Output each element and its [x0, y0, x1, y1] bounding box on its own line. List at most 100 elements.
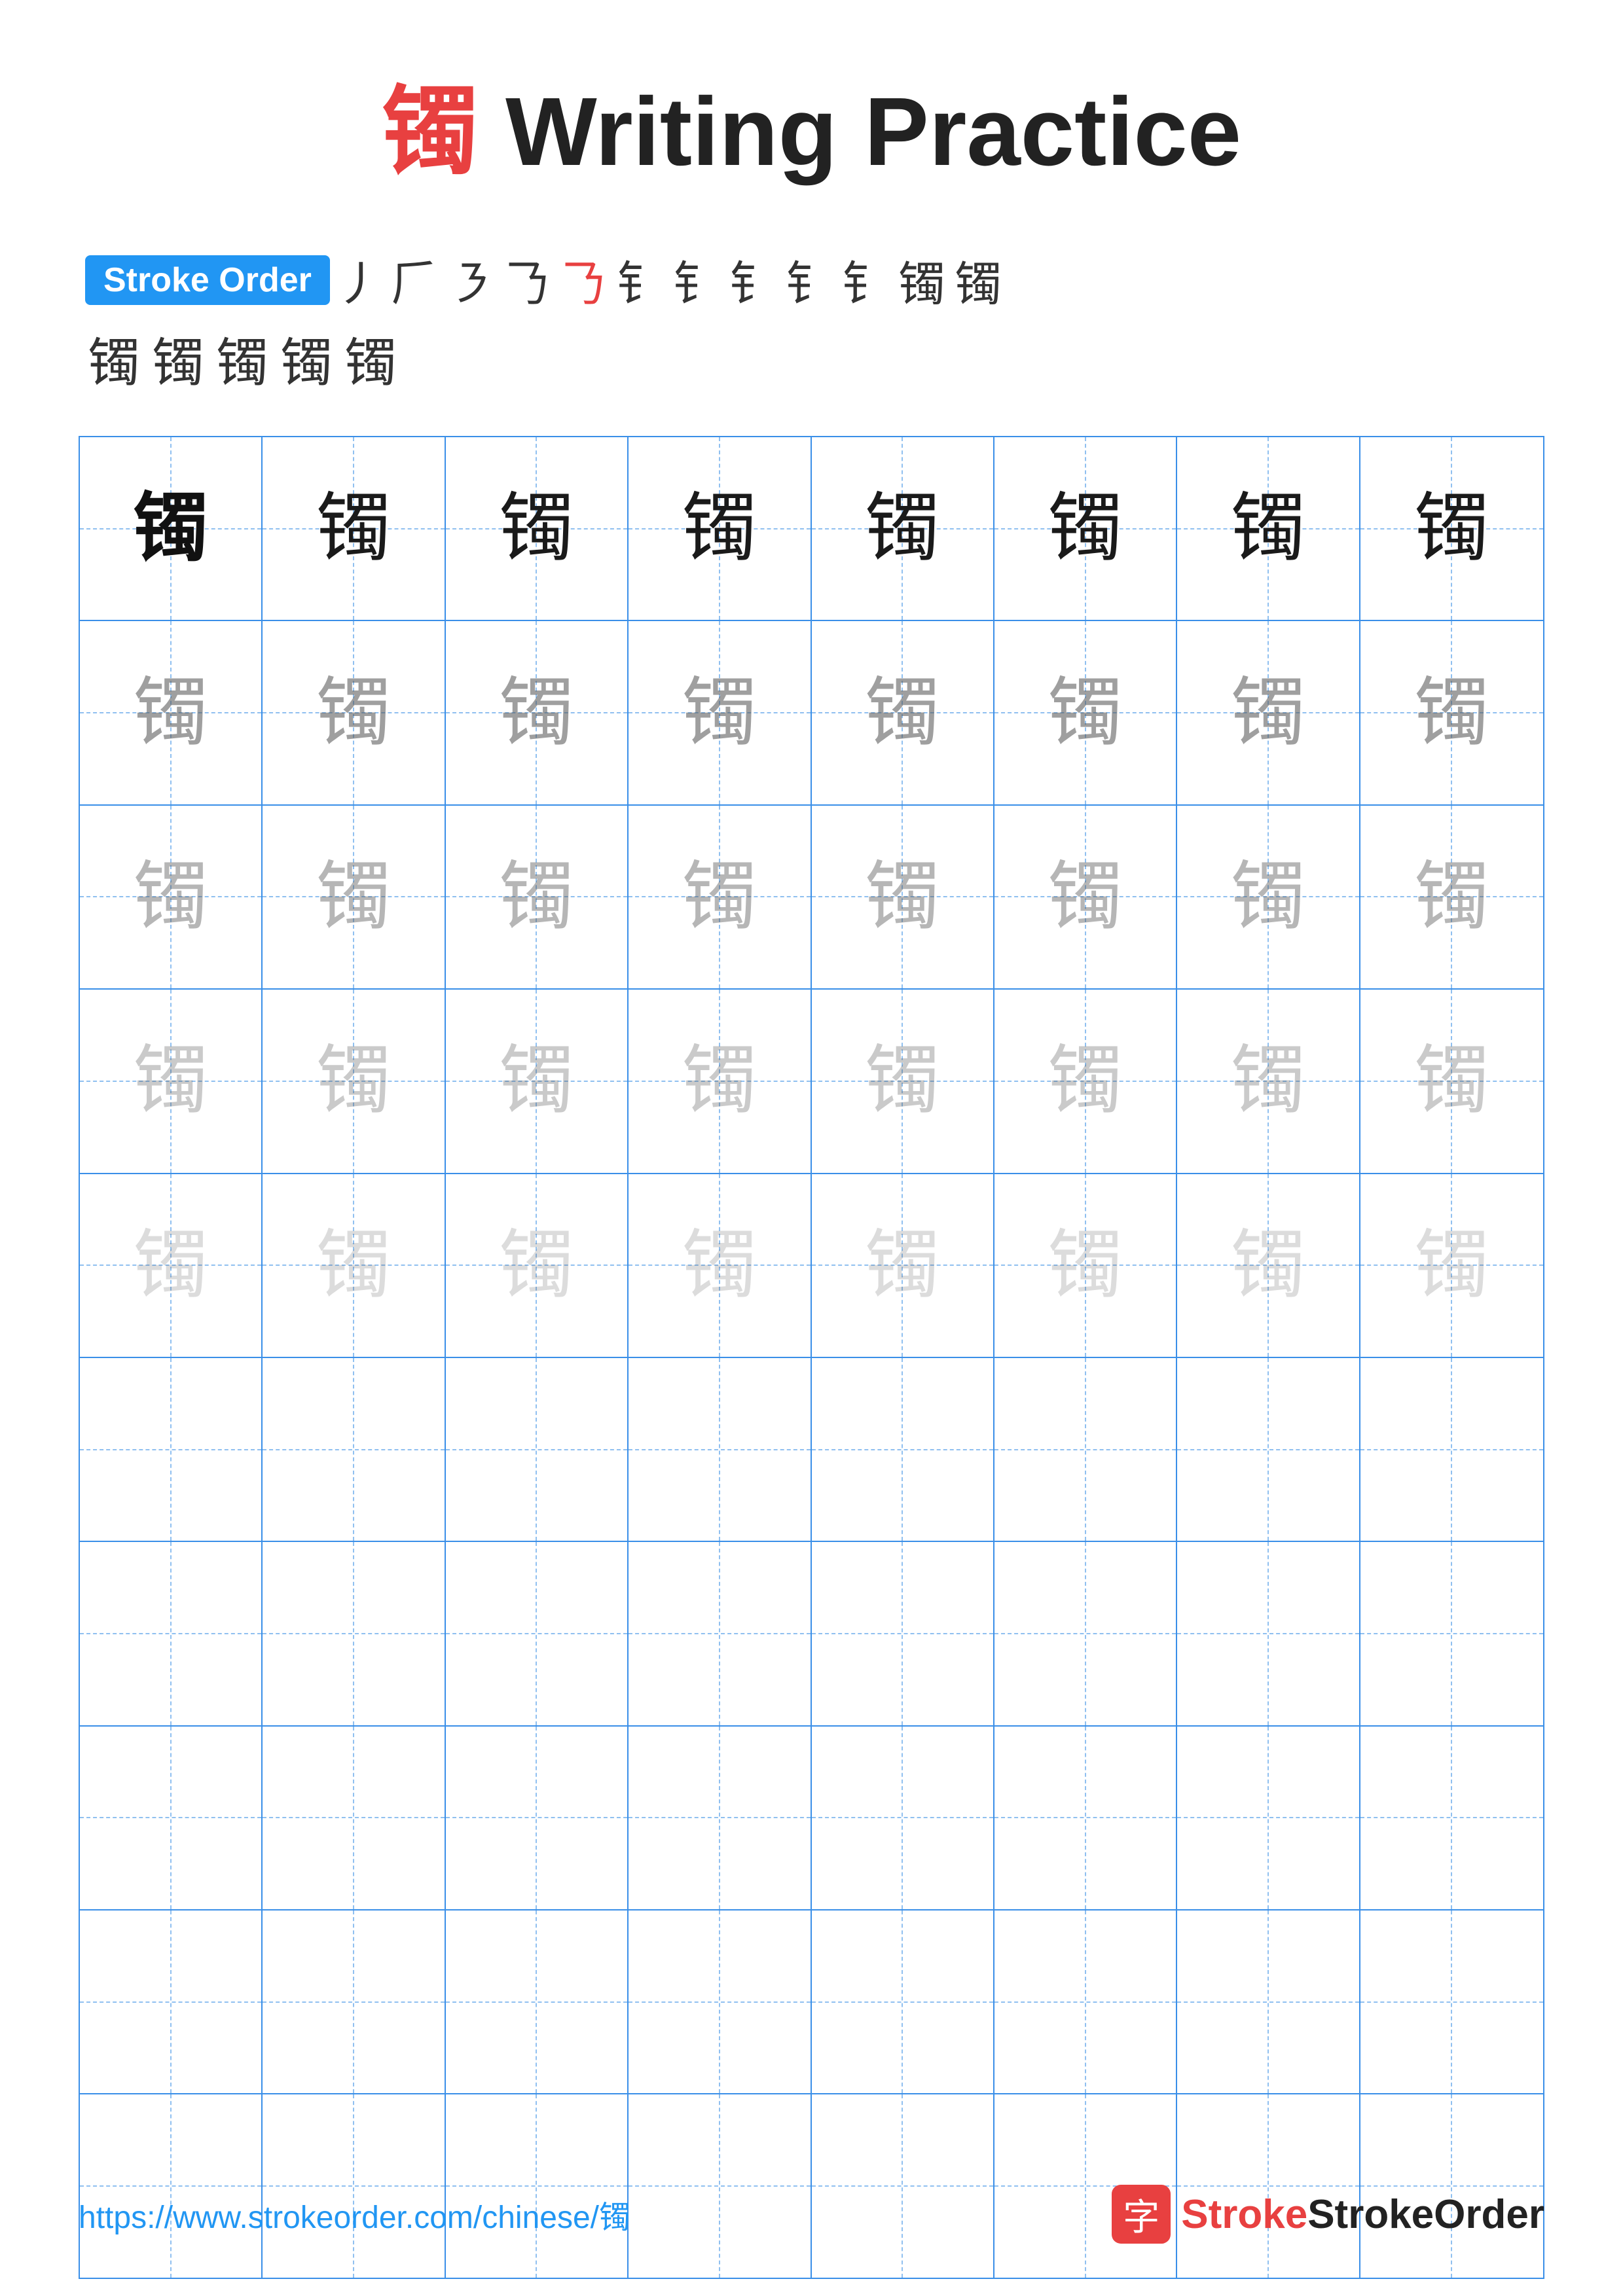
cell-char: 镯 — [1048, 1043, 1123, 1119]
grid-cell-r1-c7: 镯 — [1177, 437, 1360, 620]
grid-cell-r2-c5: 镯 — [812, 621, 994, 804]
cell-char: 镯 — [1230, 491, 1305, 566]
stroke-chars-row2: 镯 镯 镯 镯 镯 — [85, 321, 1544, 397]
grid-cell-r8-c7[interactable] — [1177, 1727, 1360, 1909]
cell-char: 镯 — [682, 1228, 757, 1303]
stroke-s6: 钅 — [617, 245, 664, 314]
stroke-s7: 钅 — [673, 245, 720, 314]
grid-cell-r8-c4[interactable] — [629, 1727, 811, 1909]
grid-cell-r8-c2[interactable] — [263, 1727, 445, 1909]
grid-cell-r9-c7[interactable] — [1177, 1910, 1360, 2093]
grid-cell-r6-c4[interactable] — [629, 1358, 811, 1541]
cell-char: 镯 — [316, 1228, 392, 1303]
grid-cell-r7-c7[interactable] — [1177, 1542, 1360, 1725]
grid-cell-r8-c3[interactable] — [446, 1727, 629, 1909]
cell-char: 镯 — [316, 491, 392, 566]
stroke-s8: 钅 — [729, 245, 776, 314]
cell-char: 镯 — [1414, 859, 1489, 935]
grid-row-8[interactable] — [80, 1727, 1543, 1910]
grid-cell-r7-c6[interactable] — [994, 1542, 1177, 1725]
grid-cell-r8-c8[interactable] — [1360, 1727, 1543, 1909]
grid-cell-r3-c3: 镯 — [446, 806, 629, 988]
grid-cell-r6-c3[interactable] — [446, 1358, 629, 1541]
cell-char: 镯 — [865, 491, 940, 566]
footer-url[interactable]: https://www.strokeorder.com/chinese/镯 — [79, 2191, 630, 2237]
cell-char: 镯 — [1230, 1043, 1305, 1119]
stroke-order-line1: Stroke Order 丿 𠂆 ㇋ 𠄎 𠄎 钅 钅 钅 钅 钅 镯 镯 — [85, 245, 1544, 314]
stroke-s4: 𠄎 — [504, 245, 551, 314]
grid-cell-r6-c5[interactable] — [812, 1358, 994, 1541]
grid-cell-r2-c7: 镯 — [1177, 621, 1360, 804]
cell-char: 镯 — [1414, 1228, 1489, 1303]
grid-cell-r5-c7: 镯 — [1177, 1174, 1360, 1357]
grid-cell-r7-c3[interactable] — [446, 1542, 629, 1725]
grid-cell-r5-c8: 镯 — [1360, 1174, 1543, 1357]
stroke-s5: 𠄎 — [560, 245, 608, 314]
grid-cell-r7-c1[interactable] — [80, 1542, 263, 1725]
cell-char: 镯 — [316, 1043, 392, 1119]
grid-cell-r3-c1: 镯 — [80, 806, 263, 988]
grid-row-2: 镯镯镯镯镯镯镯镯 — [80, 621, 1543, 805]
grid-cell-r6-c8[interactable] — [1360, 1358, 1543, 1541]
footer: https://www.strokeorder.com/chinese/镯 字 … — [79, 2185, 1544, 2244]
stroke-s1: 丿 — [335, 245, 382, 314]
footer-logo-text: StrokeStrokeOrder — [1181, 2191, 1544, 2238]
grid-cell-r7-c8[interactable] — [1360, 1542, 1543, 1725]
grid-row-3: 镯镯镯镯镯镯镯镯 — [80, 806, 1543, 990]
cell-char: 镯 — [133, 859, 208, 935]
cell-char: 镯 — [1414, 675, 1489, 751]
cell-char: 镯 — [499, 491, 574, 566]
stroke-l2-s4: 镯 — [280, 321, 333, 397]
grid-cell-r3-c4: 镯 — [629, 806, 811, 988]
grid-cell-r5-c4: 镯 — [629, 1174, 811, 1357]
grid-row-4: 镯镯镯镯镯镯镯镯 — [80, 990, 1543, 1174]
cell-char: 镯 — [499, 675, 574, 751]
grid-cell-r9-c1[interactable] — [80, 1910, 263, 2093]
stroke-s3: ㇋ — [448, 245, 495, 314]
grid-cell-r9-c5[interactable] — [812, 1910, 994, 2093]
grid-cell-r8-c1[interactable] — [80, 1727, 263, 1909]
grid-cell-r1-c5: 镯 — [812, 437, 994, 620]
grid-cell-r4-c2: 镯 — [263, 990, 445, 1172]
grid-cell-r6-c7[interactable] — [1177, 1358, 1360, 1541]
stroke-l2-s3: 镯 — [216, 321, 268, 397]
grid-cell-r6-c2[interactable] — [263, 1358, 445, 1541]
cell-char: 镯 — [133, 491, 208, 566]
grid-cell-r7-c5[interactable] — [812, 1542, 994, 1725]
stroke-l2-s1: 镯 — [88, 321, 140, 397]
grid-cell-r1-c6: 镯 — [994, 437, 1177, 620]
cell-char: 镯 — [1230, 675, 1305, 751]
stroke-chars-row1: 丿 𠂆 ㇋ 𠄎 𠄎 钅 钅 钅 钅 钅 镯 镯 — [335, 245, 1002, 314]
grid-cell-r5-c1: 镯 — [80, 1174, 263, 1357]
grid-cell-r7-c4[interactable] — [629, 1542, 811, 1725]
grid-row-1: 镯镯镯镯镯镯镯镯 — [80, 437, 1543, 621]
grid-cell-r9-c3[interactable] — [446, 1910, 629, 2093]
cell-char: 镯 — [316, 675, 392, 751]
cell-char: 镯 — [133, 675, 208, 751]
grid-cell-r7-c2[interactable] — [263, 1542, 445, 1725]
grid-row-7[interactable] — [80, 1542, 1543, 1726]
cell-char: 镯 — [682, 859, 757, 935]
cell-char: 镯 — [682, 491, 757, 566]
title-char: 镯 — [382, 78, 479, 186]
cell-char: 镯 — [865, 1043, 940, 1119]
grid-cell-r9-c8[interactable] — [1360, 1910, 1543, 2093]
grid-row-6[interactable] — [80, 1358, 1543, 1542]
stroke-l2-s5: 镯 — [344, 321, 397, 397]
grid-cell-r8-c6[interactable] — [994, 1727, 1177, 1909]
cell-char: 镯 — [133, 1228, 208, 1303]
stroke-s12: 镯 — [955, 245, 1002, 314]
grid-cell-r9-c6[interactable] — [994, 1910, 1177, 2093]
grid-row-9[interactable] — [80, 1910, 1543, 2094]
grid-cell-r4-c7: 镯 — [1177, 990, 1360, 1172]
grid-cell-r1-c4: 镯 — [629, 437, 811, 620]
grid-cell-r8-c5[interactable] — [812, 1727, 994, 1909]
grid-cell-r6-c1[interactable] — [80, 1358, 263, 1541]
grid-cell-r9-c2[interactable] — [263, 1910, 445, 2093]
cell-char: 镯 — [1230, 1228, 1305, 1303]
page: 镯 Writing Practice Stroke Order 丿 𠂆 ㇋ 𠄎 … — [0, 0, 1623, 2296]
grid-cell-r6-c6[interactable] — [994, 1358, 1177, 1541]
grid-cell-r5-c5: 镯 — [812, 1174, 994, 1357]
cell-char: 镯 — [682, 675, 757, 751]
grid-cell-r9-c4[interactable] — [629, 1910, 811, 2093]
